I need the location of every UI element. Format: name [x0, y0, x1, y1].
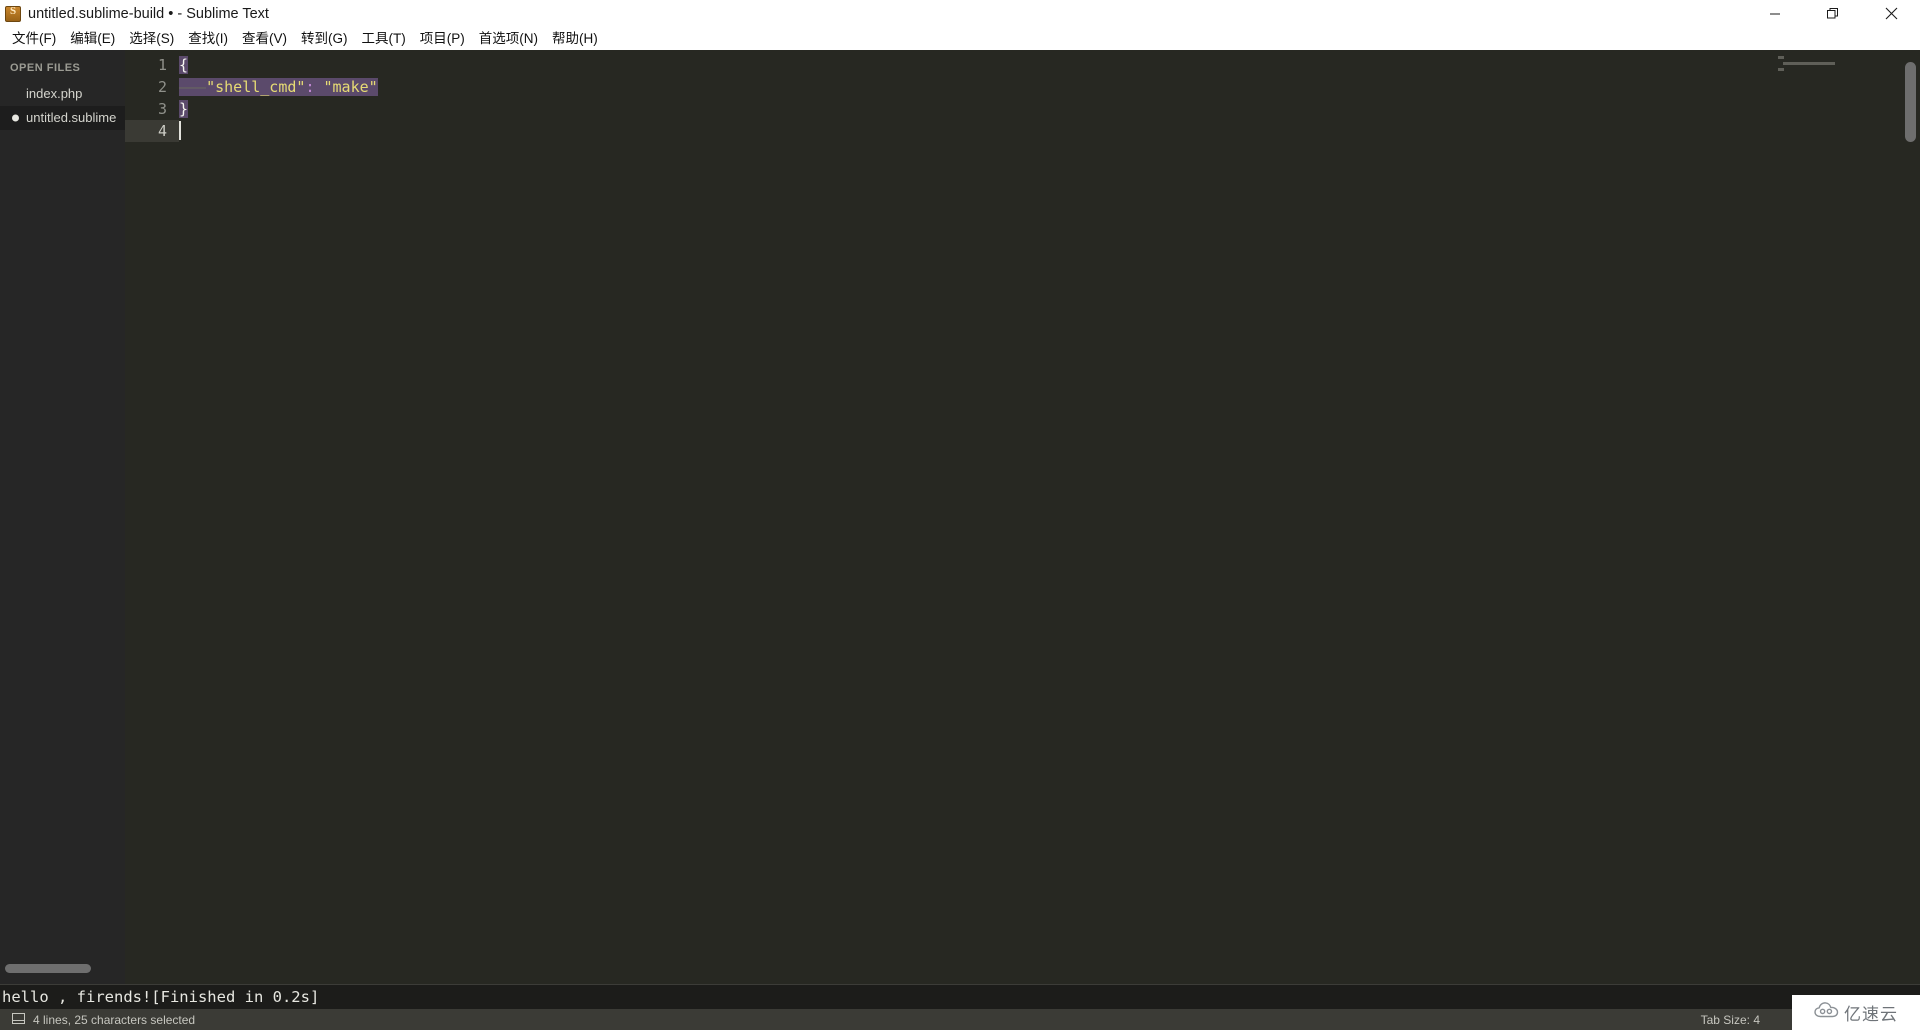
layout-icon[interactable] — [12, 1012, 25, 1027]
sidebar: OPEN FILES index.php untitled.sublime — [0, 50, 125, 984]
text-caret — [179, 120, 181, 140]
menu-item-goto[interactable]: 转到(G) — [294, 27, 355, 50]
code-line: 2 ———"shell_cmd": "make" — [125, 76, 1920, 98]
code-line-text[interactable]: } — [179, 100, 189, 118]
code-line: 1 { — [125, 54, 1920, 76]
code-line-current: 4 — [125, 120, 1920, 142]
line-number: 1 — [157, 56, 167, 74]
code-line-text[interactable]: { — [179, 56, 189, 74]
sidebar-item-index-php[interactable]: index.php — [0, 82, 125, 106]
build-output-text: hello , firends![Finished in 0.2s] — [2, 988, 320, 1006]
token-key: "shell_cmd" — [206, 78, 306, 96]
sidebar-horizontal-scrollbar[interactable] — [5, 964, 91, 973]
minimize-button[interactable] — [1746, 0, 1804, 27]
sublime-text-icon — [5, 5, 21, 22]
menu-item-edit[interactable]: 编辑(E) — [63, 27, 122, 50]
close-button[interactable] — [1862, 0, 1920, 27]
menu-bar: 文件(F) 编辑(E) 选择(S) 查找(I) 查看(V) 转到(G) 工具(T… — [0, 27, 1920, 50]
line-number: 2 — [157, 78, 167, 96]
menu-item-find[interactable]: 查找(I) — [181, 27, 235, 50]
line-number: 4 — [125, 120, 179, 142]
watermark-text: 亿速云 — [1844, 1005, 1898, 1025]
window-title: untitled.sublime-build • - Sublime Text — [28, 5, 269, 22]
workspace: OPEN FILES index.php untitled.sublime 1 … — [0, 50, 1920, 984]
sidebar-section-open-files: OPEN FILES — [10, 62, 81, 74]
menu-item-help[interactable]: 帮助(H) — [545, 27, 605, 50]
window-controls — [1746, 0, 1920, 27]
token-value: "make" — [323, 78, 378, 96]
token-close-brace: } — [179, 100, 189, 118]
build-output-panel[interactable]: hello , firends![Finished in 0.2s] — [0, 984, 1920, 1009]
menu-item-tools[interactable]: 工具(T) — [355, 27, 413, 50]
code-area[interactable]: 1 { 2 ———"shell_cmd": "make" 3 } 4 — [125, 54, 1920, 984]
line-number: 3 — [157, 100, 167, 118]
cloud-logo-icon — [1814, 1001, 1840, 1024]
status-bar: 4 lines, 25 characters selected Tab Size… — [0, 1009, 1920, 1030]
menu-item-file[interactable]: 文件(F) — [5, 27, 63, 50]
code-line-text[interactable]: ———"shell_cmd": "make" — [179, 78, 378, 96]
code-line-text[interactable] — [179, 120, 181, 141]
token-open-brace: { — [179, 56, 189, 74]
code-line: 3 } — [125, 98, 1920, 120]
restore-button[interactable] — [1804, 0, 1862, 27]
token-tab-guide: ——— — [179, 78, 207, 96]
watermark: 亿速云 — [1792, 995, 1920, 1030]
status-left-group: 4 lines, 25 characters selected — [0, 1012, 196, 1027]
menu-item-selection[interactable]: 选择(S) — [122, 27, 181, 50]
selection-info: 4 lines, 25 characters selected — [33, 1012, 196, 1027]
menu-item-project[interactable]: 项目(P) — [413, 27, 472, 50]
sidebar-item-untitled-sublime[interactable]: untitled.sublime — [0, 106, 125, 130]
code-editor[interactable]: 1 { 2 ———"shell_cmd": "make" 3 } 4 — [125, 50, 1920, 984]
menu-item-view[interactable]: 查看(V) — [235, 27, 294, 50]
title-bar: untitled.sublime-build • - Sublime Text — [0, 0, 1920, 27]
menu-item-preferences[interactable]: 首选项(N) — [472, 27, 545, 50]
